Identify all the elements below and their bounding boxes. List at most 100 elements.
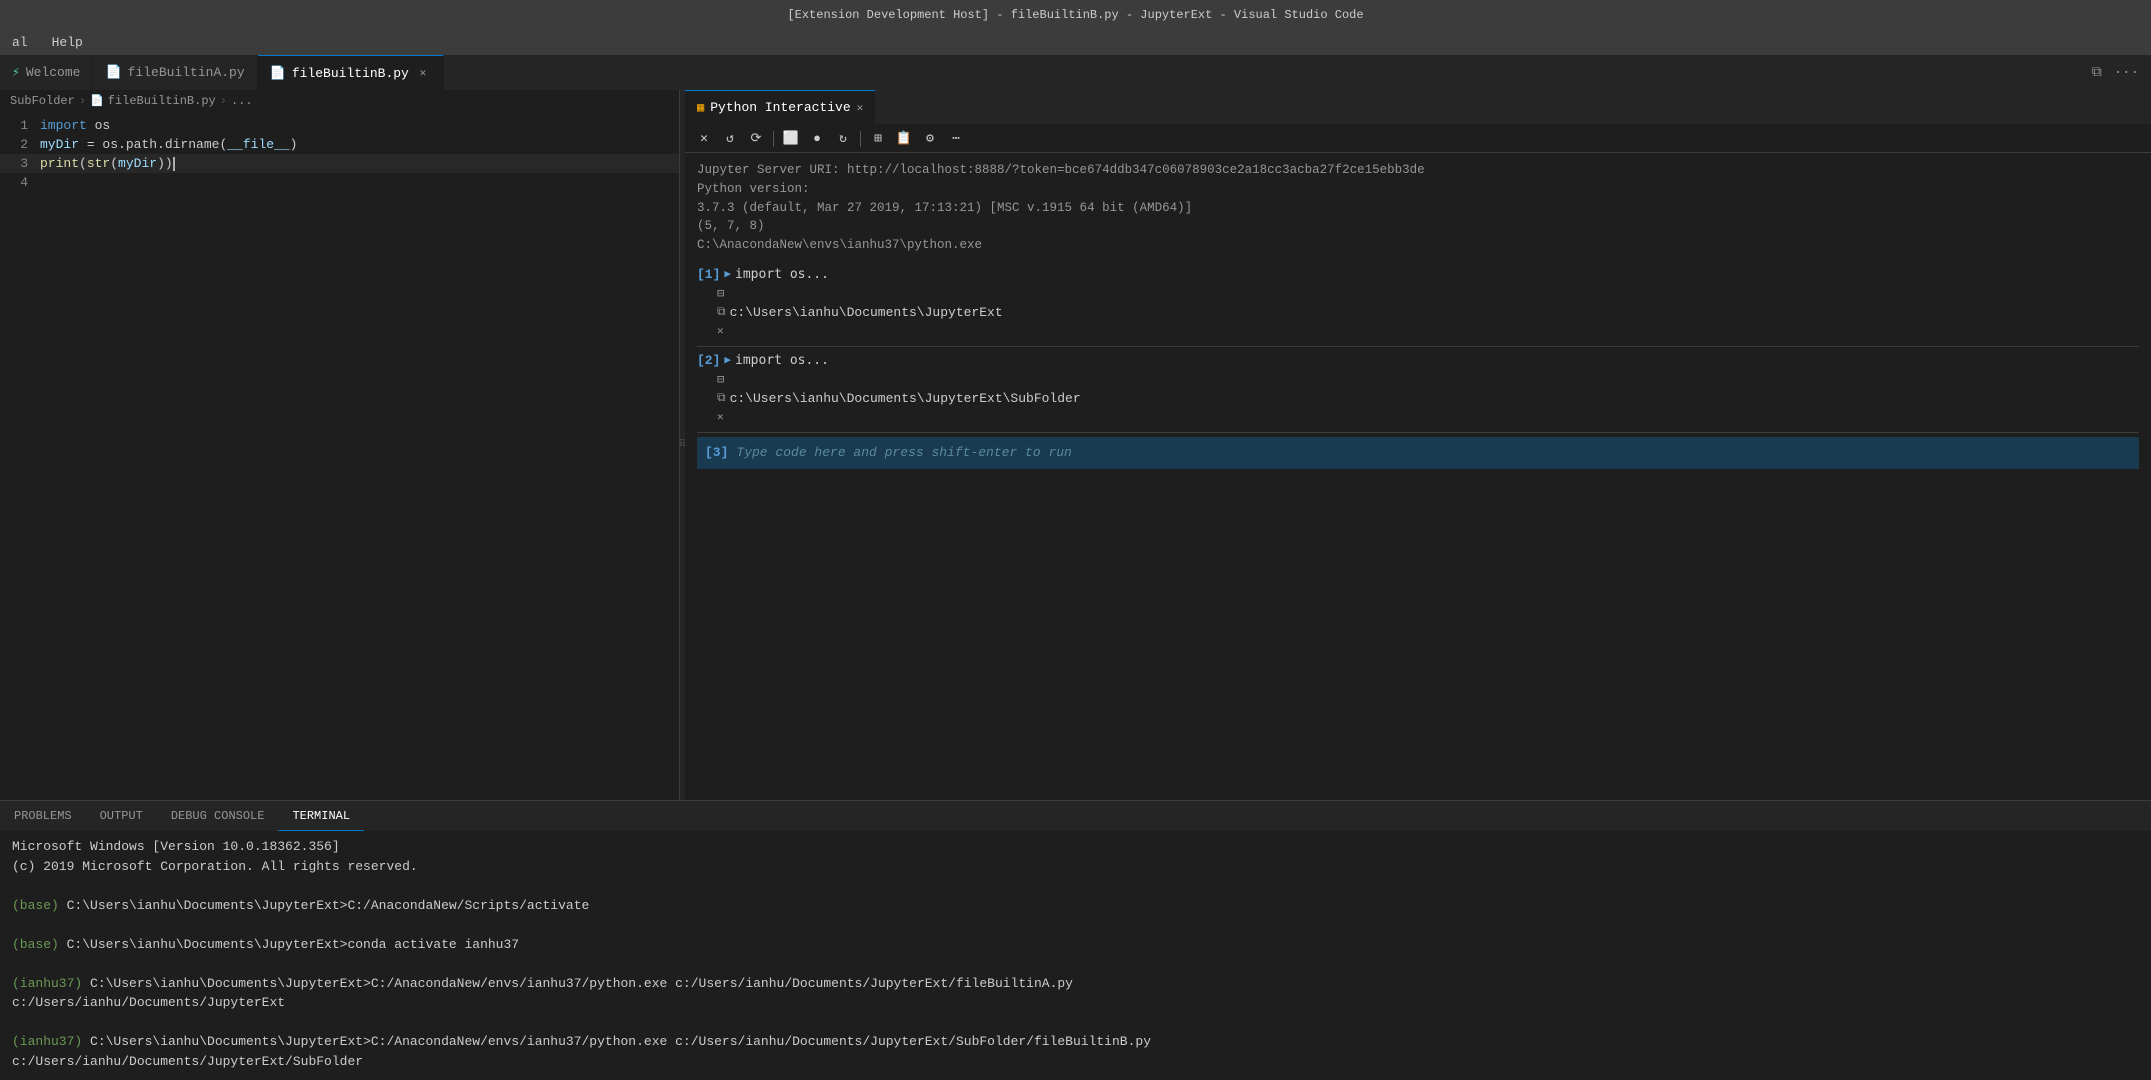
- title-bar-text: [Extension Development Host] - fileBuilt…: [787, 8, 1363, 22]
- interactive-pane: ▦ Python Interactive ✕ ✕ ↺ ⟳ ⬜ ● ↻ ⊞ 📋 ⚙…: [685, 90, 2151, 800]
- tab-file-b[interactable]: 📄 fileBuiltinB.py ✕: [258, 55, 444, 90]
- menu-item-help[interactable]: Help: [48, 35, 87, 50]
- breadcrumb-subfolder[interactable]: SubFolder: [10, 94, 75, 108]
- cell-1-collapse-icon[interactable]: ⊟: [717, 286, 2139, 301]
- interactive-toolbar: ✕ ↺ ⟳ ⬜ ● ↻ ⊞ 📋 ⚙ ⋯: [685, 125, 2151, 153]
- code-editor[interactable]: 1 import os 2 myDir = os.path.dirname(__…: [0, 112, 679, 800]
- cell-1-copy-icon[interactable]: ⧉: [717, 305, 726, 319]
- code-line-3: 3 print(str(myDir)): [0, 154, 679, 173]
- panel-tab-output-label: OUTPUT: [100, 809, 143, 823]
- toolbar-close-btn[interactable]: ✕: [693, 128, 715, 150]
- title-bar: [Extension Development Host] - fileBuilt…: [0, 0, 2151, 30]
- cell-1-code: import os...: [735, 267, 829, 282]
- panel-tab-terminal[interactable]: TERMINAL: [278, 801, 364, 831]
- toolbar-undo-btn[interactable]: ↺: [719, 128, 741, 150]
- split-editor-button[interactable]: ⧉: [2088, 63, 2106, 83]
- line-number-2: 2: [0, 135, 40, 154]
- toolbar-copy-btn[interactable]: 📋: [893, 128, 915, 150]
- panel-tab-debug-console[interactable]: DEBUG CONSOLE: [157, 801, 279, 831]
- toolbar-redo-btn[interactable]: ⟳: [745, 128, 767, 150]
- toolbar-sep-2: [860, 131, 861, 147]
- panel-tab-terminal-label: TERMINAL: [292, 809, 350, 823]
- more-actions-button[interactable]: ···: [2110, 63, 2143, 83]
- terminal-line-12: [12, 1071, 2139, 1080]
- terminal-line-1: (c) 2019 Microsoft Corporation. All righ…: [12, 857, 2139, 877]
- panel-tab-output[interactable]: OUTPUT: [86, 801, 157, 831]
- jupyter-info: Jupyter Server URI: http://localhost:888…: [697, 161, 2139, 255]
- cell-1-output-text: c:\Users\ianhu\Documents\JupyterExt: [730, 305, 1003, 320]
- jupyter-python-path: C:\AnacondaNew\envs\ianhu37\python.exe: [697, 236, 2139, 255]
- toolbar-sep-1: [773, 131, 774, 147]
- breadcrumb-file[interactable]: fileBuiltinB.py: [108, 94, 216, 108]
- panel-tab-bar: PROBLEMS OUTPUT DEBUG CONSOLE TERMINAL: [0, 801, 2151, 831]
- terminal-line-0: Microsoft Windows [Version 10.0.18362.35…: [12, 837, 2139, 857]
- tab-file-b-label: fileBuiltinB.py: [292, 66, 409, 81]
- cell-2-code: import os...: [735, 353, 829, 368]
- line-content-2: myDir = os.path.dirname(__file__): [40, 135, 679, 154]
- panel-tab-problems[interactable]: PROBLEMS: [0, 801, 86, 831]
- interactive-content[interactable]: Jupyter Server URI: http://localhost:888…: [685, 153, 2151, 800]
- jupyter-version-tuple: (5, 7, 8): [697, 217, 2139, 236]
- interactive-tab-bar: ▦ Python Interactive ✕: [685, 90, 2151, 125]
- menu-item-al[interactable]: al: [8, 35, 32, 50]
- panel-tab-debug-label: DEBUG CONSOLE: [171, 809, 265, 823]
- tab-file-a-label: fileBuiltinA.py: [128, 65, 245, 80]
- cell-2: [2] ▶ import os... ⊟ ⧉ c:\Users\ianhu\Do…: [697, 351, 2139, 428]
- terminal-line-2: [12, 876, 2139, 896]
- terminal-line-10: (ianhu37) C:\Users\ianhu\Documents\Jupyt…: [12, 1032, 2139, 1052]
- terminal-line-3: (base) C:\Users\ianhu\Documents\JupyterE…: [12, 896, 2139, 916]
- editor-pane: SubFolder › 📄 fileBuiltinB.py › ... 1 im…: [0, 90, 680, 800]
- line-number-1: 1: [0, 116, 40, 135]
- cell-2-header: [2] ▶ import os...: [697, 351, 2139, 370]
- terminal-line-7: (ianhu37) C:\Users\ianhu\Documents\Jupyt…: [12, 974, 2139, 994]
- input-cell[interactable]: [3] Type code here and press shift-enter…: [697, 437, 2139, 469]
- toolbar-settings-btn[interactable]: ⚙: [919, 128, 941, 150]
- tab-file-a[interactable]: 📄 fileBuiltinA.py: [93, 55, 257, 90]
- jupyter-python-version: 3.7.3 (default, Mar 27 2019, 17:13:21) […: [697, 199, 2139, 218]
- input-cell-number: [3]: [705, 445, 728, 460]
- terminal-line-9: [12, 1013, 2139, 1033]
- tab-welcome-label: Welcome: [26, 65, 81, 80]
- cell-2-output-text: c:\Users\ianhu\Documents\JupyterExt\SubF…: [730, 391, 1081, 406]
- welcome-icon: ⚡: [12, 65, 20, 80]
- jupyter-uri-line: Jupyter Server URI: http://localhost:888…: [697, 161, 2139, 180]
- code-line-4: 4: [0, 173, 679, 192]
- cell-2-collapse-icon[interactable]: ⊟: [717, 372, 2139, 387]
- toolbar-run-btn[interactable]: ●: [806, 128, 828, 150]
- cell-1-delete[interactable]: ✕: [717, 322, 2139, 340]
- cell-1-header: [1] ▶ import os...: [697, 265, 2139, 284]
- cell-2-copy-icon[interactable]: ⧉: [717, 391, 726, 405]
- breadcrumb-more[interactable]: ...: [231, 94, 253, 108]
- cell-1-run-icon: ▶: [724, 267, 731, 281]
- jupyter-python-label: Python version:: [697, 180, 2139, 199]
- bottom-panel: PROBLEMS OUTPUT DEBUG CONSOLE TERMINAL M…: [0, 800, 2151, 1080]
- code-line-1: 1 import os: [0, 116, 679, 135]
- breadcrumb: SubFolder › 📄 fileBuiltinB.py › ...: [0, 90, 679, 112]
- main-content: SubFolder › 📄 fileBuiltinB.py › ... 1 im…: [0, 90, 2151, 800]
- interactive-tab-label: Python Interactive: [710, 100, 850, 115]
- terminal-line-11: c:/Users/ianhu/Documents/JupyterExt/SubF…: [12, 1052, 2139, 1072]
- panel-tab-problems-label: PROBLEMS: [14, 809, 72, 823]
- code-line-2: 2 myDir = os.path.dirname(__file__): [0, 135, 679, 154]
- terminal-line-8: c:/Users/ianhu/Documents/JupyterExt: [12, 993, 2139, 1013]
- terminal-line-6: [12, 954, 2139, 974]
- toolbar-more-btn[interactable]: ⋯: [945, 128, 967, 150]
- cell-2-run-icon: ▶: [724, 353, 731, 367]
- toolbar-restart-btn[interactable]: ↻: [832, 128, 854, 150]
- breadcrumb-file-icon: 📄: [90, 94, 104, 108]
- toolbar-stop-btn[interactable]: ⬜: [780, 128, 802, 150]
- cell-divider-1: [697, 346, 2139, 347]
- cell-2-path-row: ⧉ c:\Users\ianhu\Documents\JupyterExt\Su…: [717, 389, 2139, 408]
- terminal-content[interactable]: Microsoft Windows [Version 10.0.18362.35…: [0, 831, 2151, 1080]
- cell-1-output: ⊟ ⧉ c:\Users\ianhu\Documents\JupyterExt …: [697, 284, 2139, 342]
- interactive-tab-close[interactable]: ✕: [857, 101, 864, 115]
- line-number-3: 3: [0, 154, 40, 173]
- tab-welcome[interactable]: ⚡ Welcome: [0, 55, 93, 90]
- tab-file-b-close[interactable]: ✕: [415, 65, 431, 81]
- toolbar-grid-btn[interactable]: ⊞: [867, 128, 889, 150]
- cell-2-delete[interactable]: ✕: [717, 408, 2139, 426]
- line-content-3: print(str(myDir)): [40, 154, 679, 173]
- cell-1-number: [1]: [697, 267, 720, 282]
- tab-python-interactive[interactable]: ▦ Python Interactive ✕: [685, 90, 875, 124]
- cell-1: [1] ▶ import os... ⊟ ⧉ c:\Users\ianhu\Do…: [697, 265, 2139, 342]
